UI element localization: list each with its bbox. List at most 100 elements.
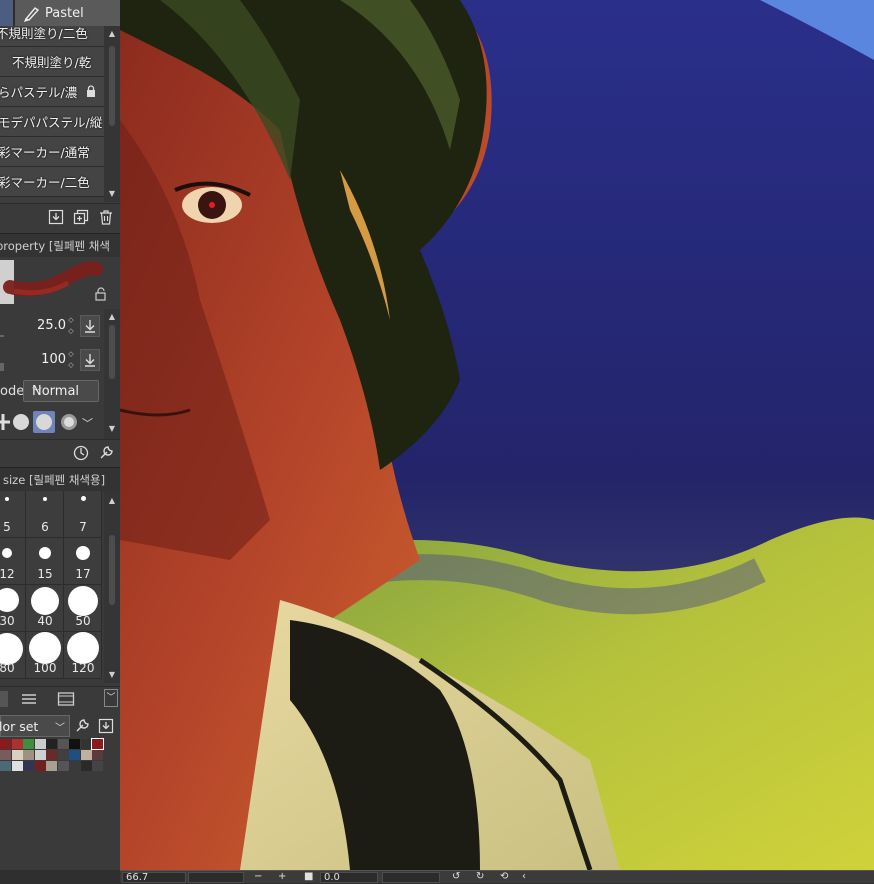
color-swatch[interactable]: [46, 761, 57, 771]
brush-item-3[interactable]: らパステル/濃: [0, 77, 104, 107]
zoom-input[interactable]: 66.7: [122, 872, 186, 883]
tool-property-scrollbar[interactable]: ▲ ▼: [104, 309, 120, 439]
zoom-out-icon[interactable]: −: [254, 871, 262, 883]
rotate-left-icon[interactable]: ↺: [452, 871, 460, 883]
tab-pastel[interactable]: Pastel: [15, 0, 120, 26]
color-swatch[interactable]: [80, 761, 92, 771]
tab-color[interactable]: [0, 691, 8, 707]
size-cell-80[interactable]: 80: [0, 632, 26, 679]
color-swatch[interactable]: [0, 739, 11, 749]
filmstrip-icon[interactable]: [57, 691, 75, 707]
color-swatch[interactable]: [34, 739, 46, 749]
brush-size-input[interactable]: 25.0: [4, 315, 66, 337]
size-label: 120: [71, 661, 95, 675]
blend-mode-select[interactable]: Normal ﹀: [23, 380, 99, 402]
import-icon[interactable]: [98, 718, 114, 734]
color-swatch[interactable]: [34, 750, 46, 760]
brush-tip-option[interactable]: [10, 411, 32, 433]
color-swatch[interactable]: [80, 739, 92, 749]
size-cell-40[interactable]: 40: [26, 585, 64, 632]
sub-tool-detail-icon[interactable]: [73, 445, 89, 461]
scroll-thumb[interactable]: [109, 535, 115, 605]
color-swatch[interactable]: [46, 750, 57, 760]
drawing-canvas[interactable]: [120, 0, 874, 870]
color-swatch[interactable]: [69, 750, 80, 760]
color-swatch[interactable]: [34, 761, 46, 771]
layer-icon[interactable]: [20, 691, 38, 707]
scroll-up-icon[interactable]: ▲: [107, 497, 117, 505]
brush-size-spinner[interactable]: ◇ ◇: [66, 315, 76, 337]
scroll-up-icon[interactable]: ▲: [107, 30, 117, 38]
color-swatch[interactable]: [23, 761, 34, 771]
chevron-down-icon[interactable]: ﹀: [104, 689, 118, 707]
rotation-slider[interactable]: [382, 872, 440, 883]
opacity-spinner[interactable]: ◇ ◇: [66, 349, 76, 371]
size-cell-5[interactable]: 5: [0, 491, 26, 538]
fit-icon[interactable]: ■: [304, 871, 313, 883]
rotation-input[interactable]: 0.0: [320, 872, 378, 883]
color-swatch[interactable]: [0, 750, 11, 760]
wrench-icon[interactable]: [74, 718, 90, 734]
unlock-icon[interactable]: [94, 287, 108, 301]
color-swatch[interactable]: [69, 761, 80, 771]
color-swatch[interactable]: [92, 750, 103, 760]
brush-item-2[interactable]: 不規則塗り/乾: [0, 47, 104, 77]
brush-size-dynamics-button[interactable]: [80, 315, 100, 337]
brush-size-scrollbar[interactable]: ▲ ▼: [104, 491, 120, 683]
color-swatch[interactable]: [57, 761, 69, 771]
color-swatch[interactable]: [0, 761, 11, 771]
size-cell-120[interactable]: 120: [64, 632, 102, 679]
scroll-down-icon[interactable]: ▼: [107, 425, 117, 433]
color-swatch[interactable]: [23, 750, 34, 760]
scroll-up-icon[interactable]: ▲: [107, 313, 117, 321]
brush-tip-option-selected[interactable]: [33, 411, 55, 433]
previous-tab[interactable]: [0, 0, 13, 26]
size-cell-100[interactable]: 100: [26, 632, 64, 679]
reset-rotation-icon[interactable]: ⟲: [500, 871, 508, 883]
collapse-icon[interactable]: ‹: [522, 871, 526, 883]
brush-item-5[interactable]: 彩マーカー/通常: [0, 137, 104, 167]
wrench-icon[interactable]: [98, 445, 114, 461]
trash-icon[interactable]: [98, 209, 114, 225]
download-icon: [85, 354, 95, 367]
scroll-thumb[interactable]: [109, 46, 115, 126]
zoom-in-icon[interactable]: +: [278, 871, 286, 883]
opacity-dynamics-button[interactable]: [80, 349, 100, 371]
size-cell-17[interactable]: 17: [64, 538, 102, 585]
scroll-down-icon[interactable]: ▼: [107, 190, 117, 198]
tab-pastel-label: Pastel: [45, 5, 84, 21]
brush-item-6[interactable]: 彩マーカー/二色: [0, 167, 104, 197]
chevron-down-icon[interactable]: ﹀: [82, 415, 93, 431]
scroll-thumb[interactable]: [109, 325, 115, 379]
brush-list-scrollbar[interactable]: ▲ ▼: [104, 26, 120, 202]
color-swatch[interactable]: [11, 739, 23, 749]
brush-item-label: 彩マーカー/二色: [0, 175, 90, 190]
color-swatch[interactable]: [57, 739, 69, 749]
color-swatch[interactable]: [80, 750, 92, 760]
color-set-select[interactable]: lor set ﹀: [0, 715, 70, 737]
size-cell-12[interactable]: 12: [0, 538, 26, 585]
opacity-input[interactable]: 100: [4, 349, 66, 371]
size-cell-7[interactable]: 7: [64, 491, 102, 538]
size-cell-6[interactable]: 6: [26, 491, 64, 538]
panel-empty-area: [0, 776, 120, 870]
color-swatch[interactable]: [57, 750, 69, 760]
brush-item-4[interactable]: モデパパステル/縦: [0, 107, 104, 137]
color-swatch[interactable]: [11, 750, 23, 760]
color-swatch[interactable]: [46, 739, 57, 749]
rotate-right-icon[interactable]: ↻: [476, 871, 484, 883]
color-swatch[interactable]: [69, 739, 80, 749]
color-swatch[interactable]: [92, 761, 103, 771]
import-icon[interactable]: [48, 209, 64, 225]
brush-tip-option[interactable]: [58, 411, 80, 433]
color-swatch[interactable]: [91, 738, 104, 750]
size-cell-30[interactable]: 30: [0, 585, 26, 632]
size-cell-50[interactable]: 50: [64, 585, 102, 632]
brush-item-1[interactable]: 不規則塗り/二色: [0, 26, 104, 47]
size-cell-15[interactable]: 15: [26, 538, 64, 585]
scroll-down-icon[interactable]: ▼: [107, 671, 117, 679]
color-swatch[interactable]: [11, 761, 23, 771]
color-swatch[interactable]: [23, 739, 34, 749]
duplicate-icon[interactable]: [73, 209, 89, 225]
zoom-slider[interactable]: [188, 872, 244, 883]
